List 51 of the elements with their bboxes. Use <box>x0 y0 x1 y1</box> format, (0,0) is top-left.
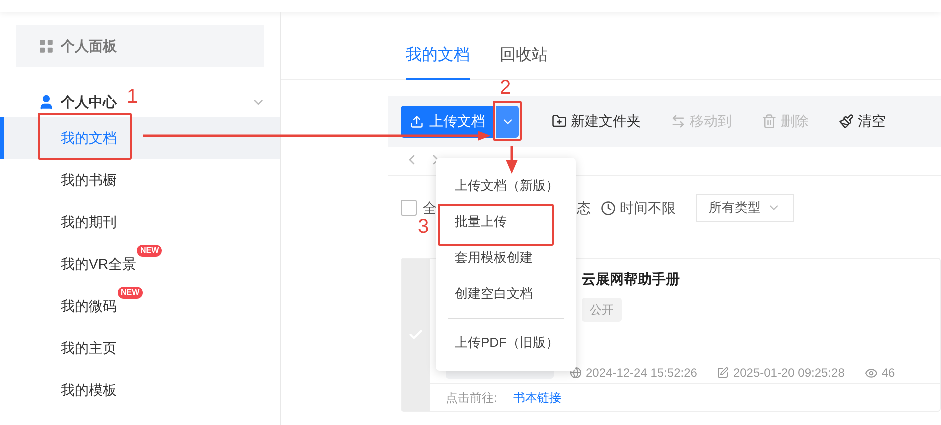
eye-icon <box>864 366 878 380</box>
created-time: 2024-12-24 15:52:26 <box>586 365 698 382</box>
sidebar-item[interactable]: 我的主页 <box>0 327 280 369</box>
folder-plus-icon <box>552 114 567 129</box>
sidebar-item[interactable]: 我的期刊 <box>0 201 280 243</box>
book-link[interactable]: 书本链接 <box>513 388 562 406</box>
toolbar-button[interactable]: 新建文件夹 <box>552 111 641 132</box>
menu-item[interactable]: 批量上传 <box>436 204 576 240</box>
select-strip[interactable] <box>402 259 430 411</box>
clock-icon <box>601 200 616 216</box>
type-select[interactable]: 所有类型 <box>696 194 794 222</box>
select-all-label: 全 <box>423 198 437 218</box>
view-count: 46 <box>882 365 896 382</box>
upload-button[interactable]: 上传文档 <box>401 106 494 138</box>
new-badge: NEW <box>118 286 143 298</box>
user-icon <box>38 94 55 110</box>
sidebar-item[interactable]: 我的书橱 <box>0 159 280 201</box>
sidebar-item[interactable]: 我的微码 NEW <box>0 285 280 327</box>
footer-label: 点击前往: <box>446 390 498 406</box>
status-filter[interactable]: 态 <box>577 198 591 218</box>
tab[interactable]: 我的文档 <box>406 44 470 80</box>
toolbar-button[interactable]: 清空 <box>839 111 886 132</box>
highlight-frame <box>493 101 522 141</box>
new-badge: NEW <box>137 244 162 256</box>
edit-icon <box>717 367 730 379</box>
globe-icon <box>570 367 582 379</box>
document-title[interactable]: 云展网帮助手册 <box>582 269 940 290</box>
sidebar-item[interactable]: 我的文档 <box>0 117 280 159</box>
step-number: 1 <box>127 86 138 108</box>
checkbox[interactable] <box>401 200 417 216</box>
brush-icon <box>839 114 854 129</box>
panel-button[interactable]: 个人面板 <box>16 25 264 67</box>
trash-icon <box>762 114 777 129</box>
modified-time: 2025-01-20 09:25:28 <box>733 365 845 382</box>
annotation-arrow <box>506 146 518 174</box>
time-filter[interactable]: 时间不限 <box>620 198 676 218</box>
tab[interactable]: 回收站 <box>500 44 548 80</box>
arrows-icon <box>671 114 686 129</box>
sidebar-item[interactable]: 我的模板 <box>0 369 280 411</box>
step-number: 3 <box>418 216 430 238</box>
dropdown-toggle[interactable] <box>496 106 519 138</box>
menu-item[interactable]: 上传PDF（旧版） <box>436 325 576 361</box>
grid-icon <box>38 38 55 54</box>
menu-item[interactable]: 创建空白文档 <box>436 276 576 312</box>
step-number: 2 <box>500 77 512 99</box>
sidebar-item[interactable]: 我的VR全景 NEW <box>0 243 280 285</box>
menu-item[interactable]: 上传文档（新版） <box>436 168 576 204</box>
group-label[interactable]: 个人中心 <box>61 92 117 112</box>
menu-item[interactable]: 套用模板创建 <box>436 240 576 276</box>
visibility-tag: 公开 <box>582 298 622 322</box>
upload-icon <box>410 114 424 128</box>
